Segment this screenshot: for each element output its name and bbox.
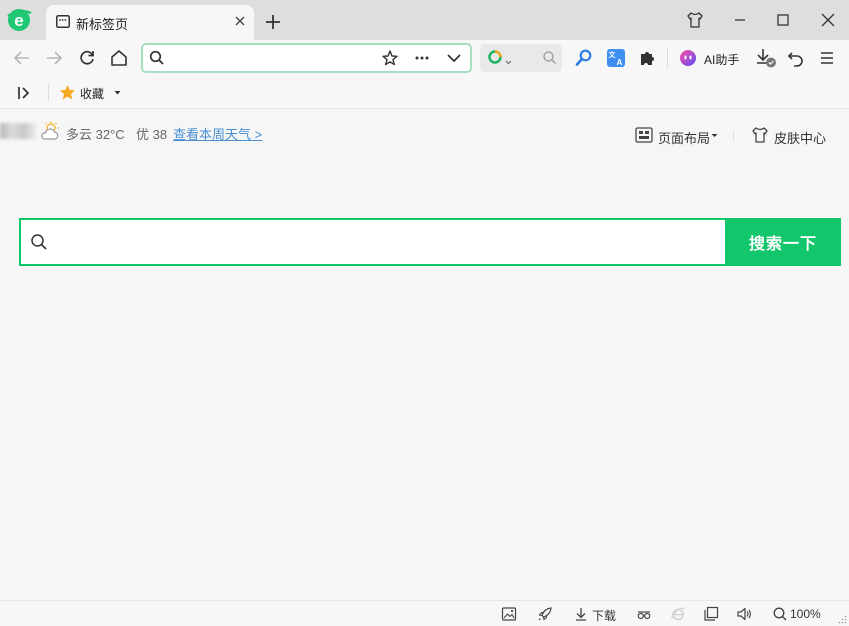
weekly-weather-link[interactable]: 查看本周天气 > — [173, 124, 262, 143]
address-input[interactable] — [171, 49, 371, 67]
rocket-icon[interactable] — [537, 606, 553, 622]
star-icon[interactable] — [381, 49, 399, 67]
back-arrow-icon[interactable] — [12, 48, 32, 68]
maximize-icon[interactable] — [773, 10, 793, 30]
favorite-star-icon[interactable] — [59, 84, 76, 101]
magnifier-icon[interactable] — [542, 50, 558, 66]
search-icon — [30, 233, 48, 251]
zoom-icon[interactable] — [772, 606, 788, 622]
reload-icon[interactable] — [77, 48, 97, 68]
skin-center-label: 皮肤中心 — [774, 131, 827, 146]
search-engine-icon[interactable] — [487, 49, 513, 67]
layout-icon — [635, 127, 653, 143]
shirt-icon[interactable] — [685, 10, 705, 30]
chevron-down-icon[interactable] — [445, 49, 463, 67]
svg-text:A: A — [617, 58, 623, 67]
svg-text:文: 文 — [609, 50, 617, 59]
volume-icon[interactable] — [736, 606, 752, 622]
tab-page-icon — [56, 15, 70, 28]
page-layout-label: 页面布局 — [658, 131, 711, 146]
download-label[interactable]: 下载 — [592, 607, 616, 624]
toolbar: 文A AI助手 — [0, 40, 849, 76]
bookmarks-divider — [48, 84, 49, 101]
ie-icon[interactable] — [670, 606, 686, 622]
weather-cloud-icon — [39, 120, 61, 142]
more-icon[interactable] — [413, 49, 431, 67]
skin-icon — [750, 125, 770, 145]
browser-logo-icon[interactable]: e — [6, 7, 32, 33]
zoom-level[interactable]: 100% — [790, 607, 821, 621]
search-button[interactable]: 搜索一下 — [725, 218, 841, 266]
translate-icon[interactable]: 文A — [606, 48, 626, 68]
download-icon[interactable] — [573, 606, 589, 622]
puzzle-icon[interactable] — [638, 48, 658, 68]
minimize-icon[interactable] — [730, 10, 750, 30]
air-quality: 优 38 — [136, 127, 168, 142]
forward-arrow-icon[interactable] — [44, 48, 64, 68]
tab-title: 新标签页 — [76, 17, 129, 32]
tab-new-tab[interactable]: 新标签页 — [46, 5, 254, 40]
menu-icon[interactable] — [817, 48, 837, 68]
download-icon[interactable] — [754, 47, 778, 69]
tab-strip: e 新标签页 — [0, 0, 849, 40]
weather-condition: 多云 32°C — [66, 127, 125, 142]
window-icon[interactable] — [703, 606, 719, 622]
toolbar-divider — [667, 48, 668, 68]
controls-divider — [733, 130, 734, 142]
image-icon[interactable] — [501, 606, 517, 622]
plus-icon[interactable] — [264, 13, 282, 31]
main-search-input[interactable] — [63, 230, 713, 254]
resize-grip-icon[interactable] — [838, 615, 847, 624]
search-icon — [149, 50, 165, 66]
glasses-icon[interactable] — [636, 606, 652, 622]
caret-down-icon — [711, 132, 718, 139]
window-close-icon[interactable] — [818, 10, 838, 30]
ai-assistant-label[interactable]: AI助手 — [704, 51, 739, 68]
search-engine-box[interactable] — [480, 44, 562, 72]
home-icon[interactable] — [109, 48, 129, 68]
caret-down-icon[interactable] — [113, 88, 122, 97]
favorites-folder[interactable]: 收藏 — [80, 85, 104, 102]
main-search-box[interactable]: 搜索一下 — [19, 218, 841, 266]
address-bar[interactable] — [141, 43, 472, 73]
bookmarks-bar: 收藏 — [0, 76, 849, 109]
undo-icon[interactable] — [786, 48, 806, 68]
status-bar: 下载 100% — [0, 600, 849, 626]
magnifier-icon[interactable] — [574, 48, 594, 68]
ai-assistant-icon[interactable] — [679, 49, 697, 67]
location-label[interactable] — [0, 123, 36, 139]
close-icon[interactable] — [232, 13, 248, 29]
sidebar-toggle-icon[interactable] — [15, 84, 33, 102]
svg-text:e: e — [14, 11, 23, 30]
